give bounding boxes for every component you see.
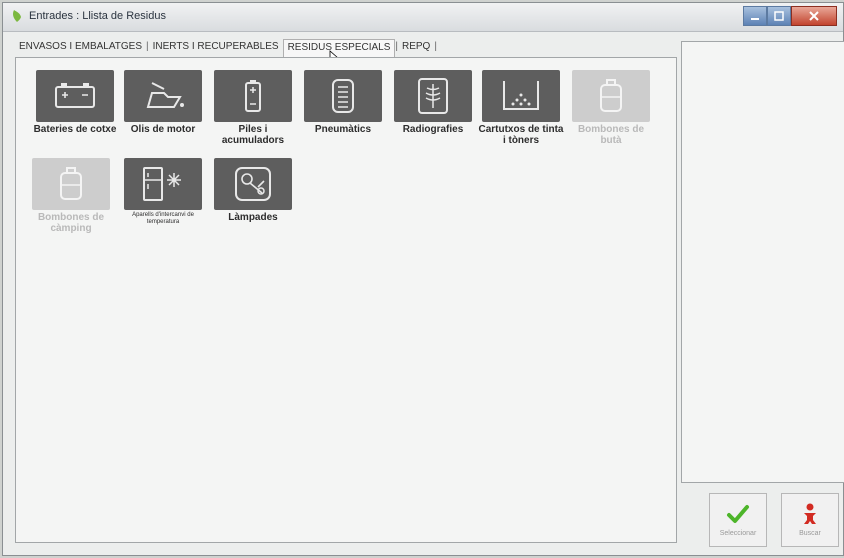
tab-repq[interactable]: REPQ bbox=[398, 39, 434, 57]
tile-cartutxos-tinta[interactable]: Cartutxos de tinta i tòners bbox=[478, 66, 564, 154]
tile-radiografies[interactable]: Radiografies bbox=[390, 66, 476, 154]
gas-bottle-icon bbox=[600, 79, 622, 112]
tile-label: Pneumàtics bbox=[314, 124, 372, 135]
tile-lampades[interactable]: Làmpades bbox=[210, 154, 296, 242]
select-button[interactable]: Seleccionar bbox=[709, 493, 767, 547]
tile-aparells-intercanvi-temperatura[interactable]: Aparells d'intercanvi de temperatura bbox=[120, 154, 206, 242]
battery-cell-icon bbox=[245, 80, 261, 112]
tile-pneumatics[interactable]: Pneumàtics bbox=[300, 66, 386, 154]
app-window: Entrades : Llista de Residus ENVASOS I E… bbox=[2, 2, 844, 556]
tab-inerts[interactable]: INERTS I RECUPERABLES bbox=[149, 39, 283, 57]
tab-separator: | bbox=[434, 41, 437, 52]
minimize-icon bbox=[751, 18, 759, 20]
ink-cartridge-icon bbox=[503, 81, 539, 110]
tire-icon bbox=[332, 79, 354, 113]
maximize-icon bbox=[774, 11, 784, 21]
title-bar: Entrades : Llista de Residus bbox=[3, 3, 843, 32]
tile-label: Bombones de butà bbox=[577, 124, 645, 146]
search-button[interactable]: Buscar bbox=[781, 493, 839, 547]
camping-gas-icon bbox=[60, 167, 82, 200]
tile-bateries-cotxe[interactable]: Bateries de cotxe bbox=[32, 66, 118, 154]
selection-panel bbox=[681, 41, 844, 483]
tile-bombones-buta[interactable]: Bombones de butà bbox=[568, 66, 654, 154]
tile-label: Bombones de càmping bbox=[37, 212, 105, 234]
tile-piles-acumuladors[interactable]: Piles i acumuladors bbox=[210, 66, 296, 154]
checkmark-icon bbox=[727, 505, 749, 523]
tile-label: Làmpades bbox=[228, 212, 278, 223]
app-leaf-icon bbox=[13, 10, 21, 22]
lamp-icon bbox=[235, 167, 271, 201]
tile-label: Aparells d'intercanvi de temperatura bbox=[132, 212, 194, 225]
tile-label: Radiografies bbox=[402, 124, 464, 135]
fridge-icon bbox=[143, 167, 181, 201]
tile-bombones-camping[interactable]: Bombones de càmping bbox=[28, 154, 114, 242]
tile-label: Olis de motor bbox=[130, 124, 196, 135]
close-button[interactable] bbox=[791, 6, 837, 26]
tab-envasos[interactable]: ENVASOS I EMBALATGES bbox=[15, 39, 146, 57]
tile-label: Piles i acumuladors bbox=[221, 124, 285, 146]
maximize-button[interactable] bbox=[767, 6, 791, 26]
xray-icon bbox=[418, 78, 448, 114]
select-button-label: Seleccionar bbox=[719, 530, 757, 537]
window-title: Entrades : Llista de Residus bbox=[29, 10, 166, 22]
category-tabs: ENVASOS I EMBALATGES | INERTS I RECUPERA… bbox=[15, 39, 437, 57]
tile-label: Cartutxos de tinta i tòners bbox=[478, 124, 564, 146]
minimize-button[interactable] bbox=[743, 6, 767, 26]
person-search-icon bbox=[804, 503, 816, 524]
close-icon bbox=[809, 11, 819, 21]
waste-list-panel: Bateries de cotxe Olis de motor Piles i … bbox=[15, 57, 677, 543]
oil-can-icon bbox=[146, 82, 184, 108]
tile-label: Bateries de cotxe bbox=[33, 124, 117, 135]
car-battery-icon bbox=[55, 83, 95, 108]
tile-olis-motor[interactable]: Olis de motor bbox=[120, 66, 206, 154]
search-button-label: Buscar bbox=[799, 530, 821, 537]
